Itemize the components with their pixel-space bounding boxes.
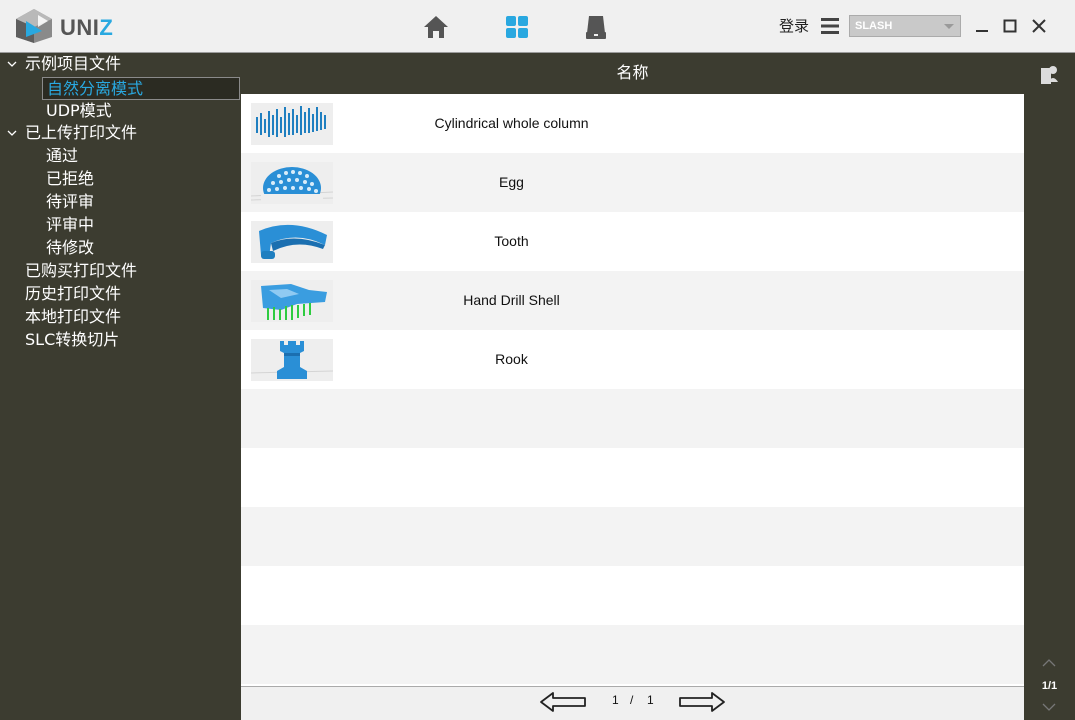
app-window: UNIZ 登录 SLASH 示例项目文件 自然分离模式 UDP模式 已上传打印文…	[0, 0, 1075, 720]
sidebar-item-purchased-files[interactable]: 已购买打印文件	[25, 260, 137, 283]
sidebar-item-needs-revision[interactable]: 待修改	[46, 237, 94, 260]
empty-row	[241, 566, 1024, 625]
sidebar-item-uploaded-files[interactable]: 已上传打印文件	[25, 122, 137, 145]
sidebar-item-history-files[interactable]: 历史打印文件	[25, 283, 121, 306]
table-row[interactable]: Hand Drill Shell	[241, 271, 1024, 330]
uniz-logo-icon	[16, 9, 52, 43]
table-row[interactable]: Rook	[241, 330, 1024, 389]
title-bar: UNIZ 登录 SLASH	[0, 0, 1075, 53]
uniz-logo: UNIZ	[12, 7, 122, 45]
table-row[interactable]: Cylindrical whole column	[241, 94, 1024, 153]
arrow-right-icon[interactable]	[678, 690, 726, 714]
sidebar-item-pending-review[interactable]: 待评审	[46, 191, 94, 214]
sidebar-item-udp-mode[interactable]: UDP模式	[46, 100, 112, 123]
sidebar-item-approved[interactable]: 通过	[46, 145, 78, 168]
sidebar-item-local-files[interactable]: 本地打印文件	[25, 306, 121, 329]
empty-row	[241, 389, 1024, 448]
chevron-down-icon[interactable]	[7, 60, 17, 68]
row-name: Cylindrical whole column	[434, 115, 589, 131]
logo-wordmark: UNIZ	[60, 15, 114, 40]
page-separator: /	[630, 693, 634, 707]
chevron-down-icon[interactable]	[7, 129, 17, 137]
minimize-icon[interactable]	[974, 18, 990, 34]
chevron-down-icon[interactable]	[1042, 702, 1056, 712]
sidebar-item-slc-convert[interactable]: SLC转换切片	[25, 329, 119, 352]
empty-row	[241, 448, 1024, 507]
file-list-table: 名称 Cylindrical whole column Egg Tooth Ha…	[241, 53, 1024, 686]
row-name: Hand Drill Shell	[463, 292, 560, 308]
sidebar-item-sample-projects[interactable]: 示例项目文件	[25, 53, 121, 76]
login-link[interactable]: 登录	[779, 15, 809, 36]
total-pages: 1	[647, 693, 654, 707]
printer-select-value: SLASH	[855, 20, 893, 32]
arrow-left-icon[interactable]	[539, 690, 587, 714]
current-page: 1	[612, 693, 619, 707]
right-toolbar: 1/1	[1024, 53, 1075, 720]
printer-select[interactable]: SLASH	[849, 15, 961, 37]
sidebar-item-rejected[interactable]: 已拒绝	[46, 168, 94, 191]
row-name: Tooth	[494, 233, 529, 249]
menu-icon[interactable]	[820, 16, 840, 36]
close-icon[interactable]	[1031, 18, 1047, 34]
home-icon[interactable]	[422, 13, 450, 41]
empty-row	[241, 625, 1024, 684]
chevron-up-icon[interactable]	[1042, 658, 1056, 668]
empty-row	[241, 507, 1024, 566]
column-header-name[interactable]: 名称	[241, 53, 1024, 94]
row-name: Egg	[499, 174, 524, 190]
pagination-bar: 1 / 1	[241, 686, 1024, 720]
chevron-down-icon	[944, 24, 954, 29]
maximize-icon[interactable]	[1002, 18, 1018, 34]
table-row[interactable]: Egg	[241, 153, 1024, 212]
grid-icon[interactable]	[503, 13, 531, 41]
user-file-icon[interactable]	[1039, 64, 1059, 86]
sidebar-item-in-review[interactable]: 评审中	[46, 214, 94, 237]
sidebar-item-natural-separation[interactable]: 自然分离模式	[42, 77, 240, 100]
row-name: Rook	[495, 351, 528, 367]
sidebar-tree: 示例项目文件 自然分离模式 UDP模式 已上传打印文件 通过 已拒绝 待评审 评…	[0, 53, 241, 720]
right-page-indicator: 1/1	[1041, 680, 1058, 692]
printer-icon[interactable]	[582, 13, 610, 41]
table-row[interactable]: Tooth	[241, 212, 1024, 271]
